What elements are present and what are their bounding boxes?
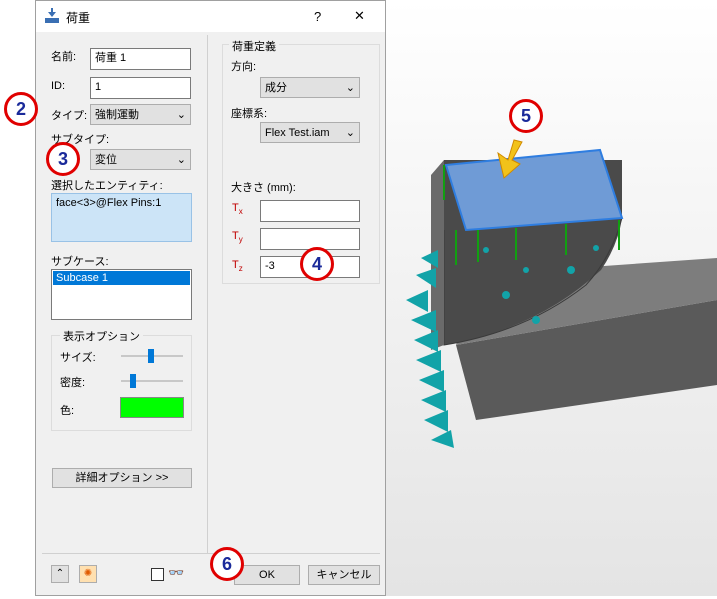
tx-label-sub: x bbox=[238, 207, 243, 217]
chevron-down-icon: ⌄ bbox=[345, 82, 355, 94]
callout-5: 5 bbox=[509, 99, 543, 133]
name-label: 名前: bbox=[51, 51, 77, 63]
load-dialog: 荷重 ? ✕ 名前: 荷重 1 ID: 1 タイプ: 強制運動 ⌄ サブタイプ:… bbox=[35, 0, 386, 596]
close-button[interactable]: ✕ bbox=[354, 8, 365, 24]
highlight-icon: ✺ bbox=[83, 568, 93, 579]
help-button[interactable]: ? bbox=[314, 9, 321, 24]
tz-label-main: T bbox=[232, 259, 239, 271]
collapse-button[interactable]: ⌃ bbox=[51, 565, 69, 583]
title-bar: 荷重 ? ✕ bbox=[36, 1, 385, 32]
ty-label: Ty bbox=[232, 230, 243, 244]
dialog-title: 荷重 bbox=[66, 11, 91, 25]
magnitude-label: 大きさ (mm): bbox=[231, 182, 296, 194]
color-label: 色: bbox=[60, 405, 75, 417]
load-definition-label: 荷重定義 bbox=[229, 38, 279, 54]
size-label: サイズ: bbox=[60, 352, 96, 364]
tz-label-sub: z bbox=[238, 264, 243, 274]
subtype-select[interactable]: 変位 ⌄ bbox=[90, 149, 191, 170]
tx-label-main: T bbox=[232, 202, 239, 214]
cancel-button[interactable]: キャンセル bbox=[308, 565, 380, 585]
ty-field[interactable] bbox=[260, 228, 360, 250]
footer-divider bbox=[42, 553, 380, 554]
name-field[interactable]: 荷重 1 bbox=[90, 48, 191, 70]
subcase-label: サブケース: bbox=[51, 256, 109, 268]
size-slider-thumb[interactable] bbox=[148, 349, 154, 363]
subtype-value: 変位 bbox=[95, 154, 117, 166]
density-label: 密度: bbox=[60, 377, 86, 389]
color-swatch[interactable] bbox=[120, 397, 184, 418]
callout-4: 4 bbox=[300, 247, 334, 281]
type-label: タイプ: bbox=[51, 110, 88, 122]
tx-label: Tx bbox=[232, 202, 243, 216]
ok-button[interactable]: OK bbox=[234, 565, 300, 585]
density-slider-thumb[interactable] bbox=[130, 374, 136, 388]
id-label: ID: bbox=[51, 80, 66, 92]
callout-3: 3 bbox=[46, 142, 80, 176]
collapse-icon: ⌃ bbox=[55, 568, 65, 579]
coord-system-select[interactable]: Flex Test.iam ⌄ bbox=[260, 122, 360, 143]
model-view bbox=[386, 0, 717, 596]
ty-label-sub: y bbox=[238, 235, 243, 245]
direction-select[interactable]: 成分 ⌄ bbox=[260, 77, 360, 98]
type-value: 強制運動 bbox=[95, 109, 139, 121]
coord-system-value: Flex Test.iam bbox=[265, 127, 330, 139]
column-divider bbox=[207, 35, 208, 553]
type-select[interactable]: 強制運動 ⌄ bbox=[90, 104, 191, 125]
direction-label: 方向: bbox=[231, 61, 257, 73]
coord-system-label: 座標系: bbox=[231, 108, 268, 120]
entity-label: 選択したエンティティ: bbox=[51, 180, 163, 192]
id-field[interactable]: 1 bbox=[90, 77, 191, 99]
selected-face[interactable] bbox=[444, 148, 624, 232]
subcase-item[interactable]: Subcase 1 bbox=[53, 271, 190, 285]
chevron-down-icon: ⌄ bbox=[345, 127, 355, 139]
callout-2: 2 bbox=[4, 92, 38, 126]
tz-label: Tz bbox=[232, 259, 243, 273]
callout-6: 6 bbox=[210, 547, 244, 581]
direction-value: 成分 bbox=[265, 82, 287, 94]
advanced-options-button[interactable]: 詳細オプション >> bbox=[52, 468, 192, 488]
preview-checkbox[interactable] bbox=[151, 568, 164, 581]
entity-list[interactable]: face<3>@Flex Pins:1 bbox=[51, 193, 192, 242]
highlight-button[interactable]: ✺ bbox=[79, 565, 97, 583]
ty-label-main: T bbox=[232, 230, 239, 242]
glasses-icon: 👓 bbox=[168, 565, 185, 580]
chevron-down-icon: ⌄ bbox=[176, 109, 186, 121]
viewport-3d[interactable] bbox=[386, 0, 717, 596]
load-icon bbox=[44, 8, 60, 23]
chevron-down-icon: ⌄ bbox=[176, 154, 186, 166]
tx-field[interactable] bbox=[260, 200, 360, 222]
display-options-label: 表示オプション bbox=[60, 328, 143, 344]
subcase-list[interactable]: Subcase 1 bbox=[51, 269, 192, 320]
